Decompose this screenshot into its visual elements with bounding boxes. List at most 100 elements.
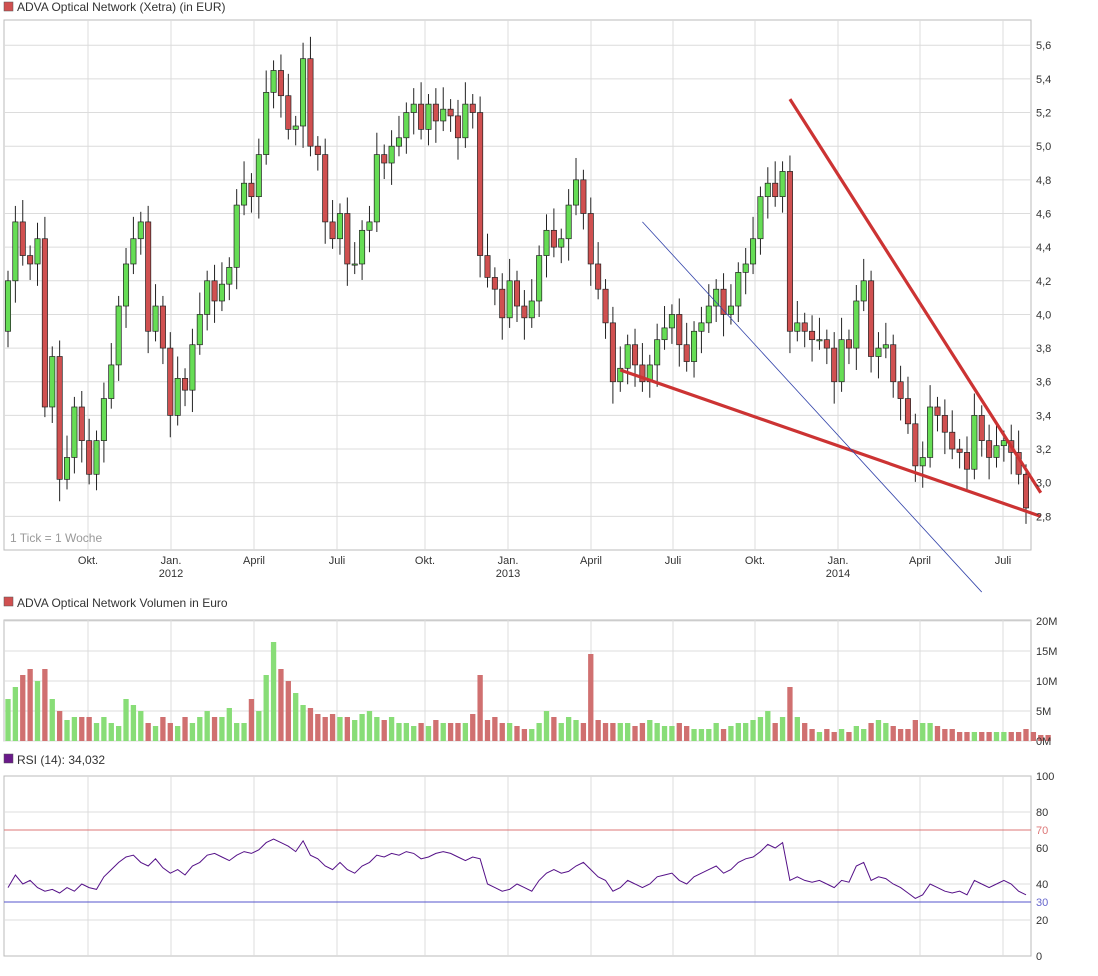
volume-bar-112 (831, 732, 837, 741)
volume-bar-25 (189, 723, 196, 741)
price-ytick-7: 4,2 (1036, 276, 1051, 288)
volume-bar-41 (307, 708, 314, 741)
volume-bar-30 (226, 708, 232, 741)
volume-bar-75 (558, 723, 564, 741)
candle-body-61 (454, 115, 461, 139)
price-year-2: 2014 (826, 568, 850, 580)
volume-bar-22 (167, 723, 173, 741)
volume-bar-20 (152, 726, 159, 741)
candle-body-73 (543, 229, 550, 256)
volume-bar-82 (610, 723, 616, 741)
candle-body-55 (410, 103, 417, 113)
candle-body-37 (277, 70, 284, 97)
volume-bar-48 (359, 714, 365, 741)
candle-body-62 (462, 103, 469, 139)
candle-body-75 (558, 238, 565, 248)
price-ytick-9: 4,6 (1036, 208, 1051, 220)
volume-bar-115 (853, 726, 859, 741)
volume-bar-56 (418, 723, 424, 741)
volume-bar-23 (175, 726, 181, 741)
candle-body-118 (875, 347, 882, 357)
candle-body-76 (565, 204, 572, 240)
volume-bar-12 (93, 723, 100, 741)
volume-bar-62 (462, 723, 469, 741)
candle-body-4 (34, 238, 41, 265)
price-ytick-12: 5,2 (1036, 108, 1051, 120)
volume-bar-14 (108, 723, 114, 741)
candle-body-101 (750, 238, 757, 265)
volume-bar-100 (743, 723, 749, 741)
candle-body-132 (978, 415, 985, 441)
candle-body-51 (381, 154, 388, 164)
volume-bar-109 (809, 729, 815, 741)
volume-bar-3 (27, 669, 33, 741)
rsi-ytick-0: 0 (1036, 951, 1042, 963)
volume-bar-94 (698, 729, 705, 741)
candle-body-54 (403, 112, 410, 139)
rsi-y-axis: 0 20 30 40 60 70 80 100 (1036, 771, 1054, 963)
candle-body-122 (904, 398, 911, 425)
candle-body-58 (432, 103, 439, 122)
candle-body-15 (115, 305, 122, 366)
volume-bar-45 (337, 717, 343, 741)
candle-body-47 (351, 263, 358, 266)
candle-body-84 (624, 344, 631, 369)
candle-body-78 (580, 179, 587, 214)
candle-body-71 (528, 300, 535, 319)
candle-body-23 (174, 378, 181, 416)
candle-body-11 (86, 440, 93, 475)
volume-bar-10 (79, 717, 85, 741)
rsi-legend-swatch (3, 753, 14, 764)
candle-body-29 (218, 283, 225, 302)
candle-body-30 (226, 266, 233, 285)
candle-body-27 (204, 280, 211, 315)
volume-bar-117 (868, 723, 874, 741)
candle-body-130 (963, 452, 970, 470)
candle-body-67 (499, 288, 506, 319)
volume-bar-85 (632, 726, 638, 741)
candle-body-125 (927, 406, 934, 458)
price-year-1: 2013 (496, 568, 520, 580)
candle-body-43 (322, 154, 329, 223)
candle-body-9 (71, 406, 78, 458)
volume-bar-108 (802, 723, 808, 741)
volume-bar-53 (396, 723, 402, 741)
volume-bar-16 (123, 699, 129, 741)
candle-body-131 (971, 415, 978, 470)
candle-body-17 (130, 238, 137, 265)
volume-bar-92 (684, 726, 690, 741)
candle-body-2 (19, 221, 26, 256)
volume-ytick-3: 15M (1036, 646, 1057, 658)
candle-body-32 (241, 182, 248, 206)
candle-body-6 (49, 356, 56, 408)
price-xtick-2: April (243, 555, 265, 567)
volume-bar-0 (5, 699, 11, 741)
candle-body-38 (285, 95, 292, 130)
price-ytick-6: 4,0 (1036, 309, 1051, 321)
candle-body-127 (941, 415, 948, 433)
volume-bar-54 (403, 723, 410, 741)
volume-bar-27 (204, 711, 210, 741)
volume-bar-28 (211, 717, 218, 741)
volume-bar-37 (278, 669, 284, 741)
candle-body-85 (632, 344, 639, 366)
volume-bar-110 (816, 732, 823, 741)
candle-body-93 (691, 330, 698, 362)
rsi-panel: RSI (14): 34,032 0 20 30 40 60 70 80 100 (3, 753, 1054, 963)
candle-body-95 (705, 305, 712, 324)
volume-bar-1 (12, 687, 19, 741)
volume-bar-84 (624, 723, 631, 741)
volume-bar-68 (506, 723, 513, 741)
rsi-ytick-4: 60 (1036, 843, 1048, 855)
candle-body-98 (727, 305, 734, 315)
volume-bar-97 (720, 729, 727, 741)
volume-bar-69 (514, 726, 520, 741)
candle-body-46 (344, 213, 351, 265)
volume-bar-50 (374, 717, 380, 741)
volume-bar-113 (838, 729, 845, 741)
volume-bar-8 (64, 720, 70, 741)
volume-bar-116 (861, 729, 867, 741)
rsi-ytick-6: 80 (1036, 807, 1048, 819)
volume-bar-95 (706, 729, 712, 741)
candle-body-68 (506, 280, 513, 319)
